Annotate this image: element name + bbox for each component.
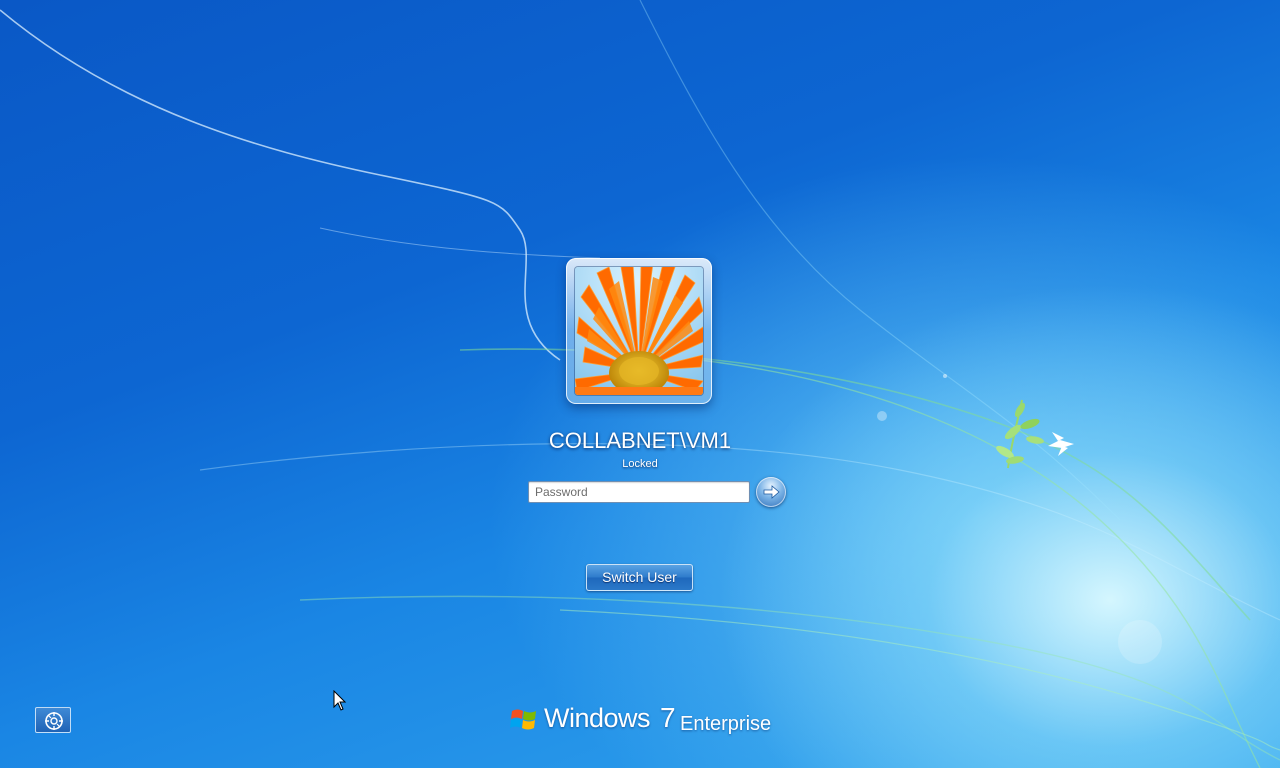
arrow-right-icon <box>763 485 780 499</box>
flower-image <box>575 267 703 395</box>
windows-logo-icon <box>510 709 536 730</box>
user-tile <box>566 258 712 404</box>
green-leaves-decoration <box>996 399 1044 469</box>
ease-of-access-icon <box>45 712 63 730</box>
switch-user-button[interactable]: Switch User <box>586 564 693 591</box>
ease-of-access-button[interactable] <box>35 707 71 733</box>
brand-edition-text: Enterprise <box>680 713 772 735</box>
logon-screen: COLLABNET\VM1 Locked Switch User Windows… <box>0 0 1280 768</box>
bird-decoration <box>1048 432 1074 456</box>
user-status: Locked <box>622 458 658 470</box>
mouse-cursor-icon <box>333 690 347 711</box>
windows-branding: Windows 7 Enterprise <box>510 702 790 743</box>
brand-windows-text: Windows <box>544 703 651 733</box>
brand-version-text: 7 <box>660 702 676 733</box>
user-picture <box>575 267 703 395</box>
user-name: COLLABNET\VM1 <box>548 428 732 453</box>
password-field[interactable] <box>528 481 750 503</box>
submit-button[interactable] <box>756 477 786 507</box>
